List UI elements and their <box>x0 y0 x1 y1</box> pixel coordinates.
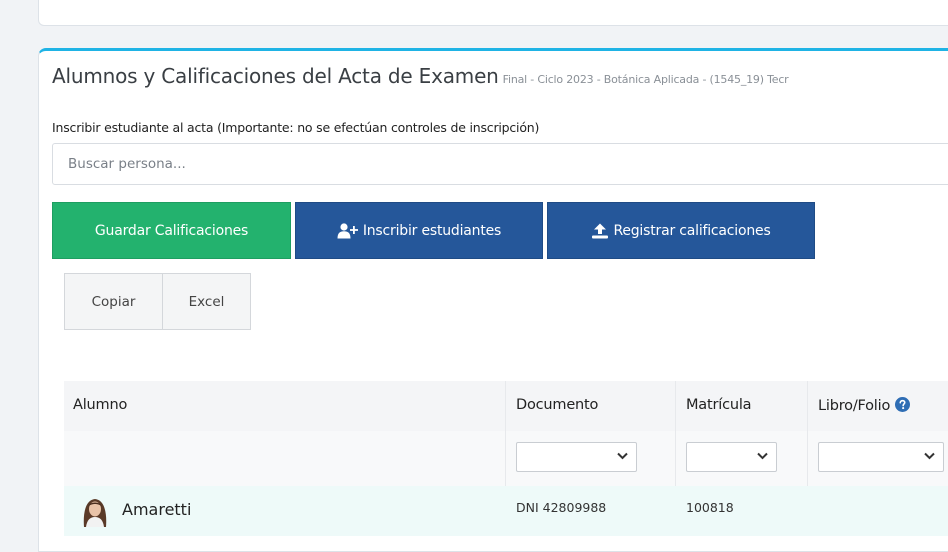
page-subtitle: Final - Ciclo 2023 - Botánica Aplicada -… <box>502 73 789 86</box>
avatar <box>80 494 110 527</box>
enroll-students-button[interactable]: Inscribir estudiantes <box>295 202 543 259</box>
chevron-down-icon <box>617 452 628 460</box>
table-row <box>64 486 948 536</box>
student-matricula: 100818 <box>686 500 734 515</box>
column-header-alumno[interactable]: Alumno <box>73 397 127 413</box>
copy-label: Copiar <box>91 293 136 310</box>
register-grades-button[interactable]: Registrar calificaciones <box>547 202 815 259</box>
excel-button[interactable]: Excel <box>162 273 251 330</box>
column-header-matricula[interactable]: Matrícula <box>686 397 752 413</box>
page-title: Alumnos y Calificaciones del Acta de Exa… <box>52 64 789 88</box>
search-person-input[interactable] <box>53 144 948 184</box>
copy-button[interactable]: Copiar <box>64 273 163 330</box>
upload-icon <box>592 223 609 238</box>
top-card <box>38 0 948 26</box>
libro-folio-filter-select[interactable] <box>818 442 944 472</box>
save-grades-label: Guardar Calificaciones <box>94 222 249 239</box>
table-header <box>64 381 948 432</box>
search-person-field <box>52 143 948 185</box>
student-name[interactable]: Amaretti <box>122 500 191 519</box>
libro-folio-label: Libro/Folio <box>818 398 891 414</box>
column-header-libro-folio[interactable]: Libro/Folio <box>818 397 910 414</box>
matricula-filter-select[interactable] <box>686 442 777 472</box>
documento-filter-select[interactable] <box>516 442 637 472</box>
student-documento: DNI 42809988 <box>516 500 607 515</box>
help-icon[interactable] <box>894 397 910 412</box>
chevron-down-icon <box>924 452 935 460</box>
enroll-students-label: Inscribir estudiantes <box>362 222 502 239</box>
enroll-label: Inscribir estudiante al acta (Importante… <box>52 120 540 135</box>
add-user-icon <box>337 222 358 238</box>
save-grades-button[interactable]: Guardar Calificaciones <box>52 202 291 259</box>
excel-label: Excel <box>188 293 225 310</box>
title-text: Alumnos y Calificaciones del Acta de Exa… <box>52 64 499 88</box>
column-header-documento[interactable]: Documento <box>516 397 598 413</box>
filter-row <box>64 431 948 487</box>
register-grades-label: Registrar calificaciones <box>613 222 771 239</box>
chevron-down-icon <box>757 452 768 460</box>
